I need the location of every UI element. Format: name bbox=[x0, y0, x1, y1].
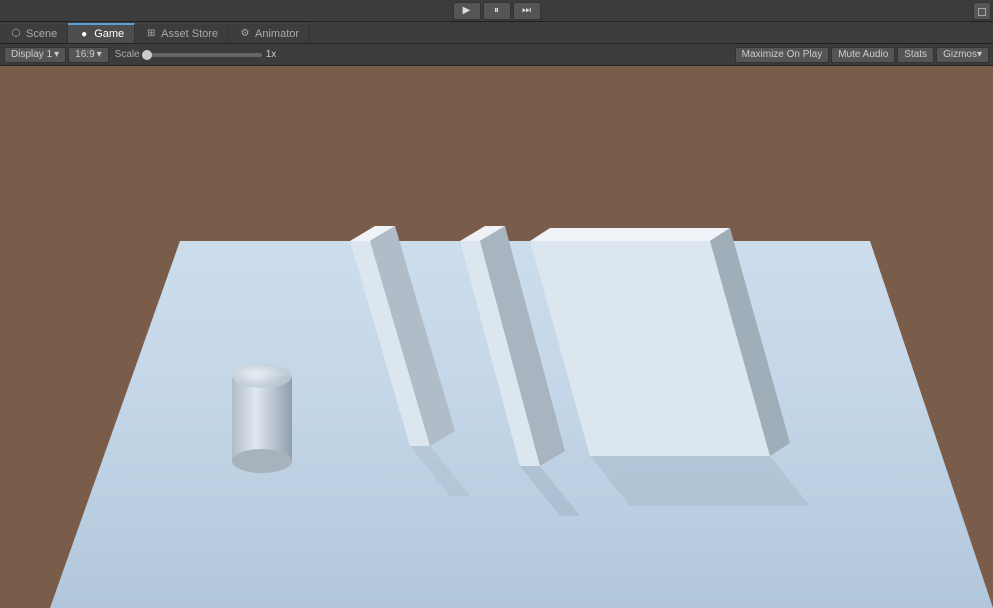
play-icon: ▶ bbox=[463, 5, 471, 16]
scene-tab-icon: ⬡ bbox=[10, 28, 22, 40]
animator-tab-label: Animator bbox=[255, 28, 299, 40]
display-chevron-icon: ▾ bbox=[54, 49, 59, 60]
display-dropdown[interactable]: Display 1 ▾ bbox=[4, 47, 66, 63]
scene-tab-label: Scene bbox=[26, 28, 57, 40]
mute-audio-label: Mute Audio bbox=[838, 49, 888, 60]
scene-svg bbox=[0, 66, 993, 608]
tab-game[interactable]: ● Game bbox=[68, 23, 135, 43]
pause-button[interactable]: ⏸ bbox=[483, 2, 511, 20]
gizmos-chevron-icon: ▾ bbox=[977, 49, 982, 60]
mute-audio-button[interactable]: Mute Audio bbox=[831, 47, 895, 63]
scale-value: 1x bbox=[266, 49, 277, 60]
options-right: Maximize On Play Mute Audio Stats Gizmos… bbox=[735, 47, 989, 63]
aspect-chevron-icon: ▾ bbox=[97, 49, 102, 60]
scale-label: Scale bbox=[115, 49, 140, 60]
options-left: Display 1 ▾ 16:9 ▾ Scale 1x bbox=[4, 47, 731, 63]
step-icon: ⏭ bbox=[522, 5, 531, 16]
playback-controls: ▶ ⏸ ⏭ bbox=[453, 2, 541, 20]
maximize-on-play-button[interactable]: Maximize On Play bbox=[735, 47, 830, 63]
animator-tab-icon: ⚙ bbox=[239, 28, 251, 40]
game-tab-label: Game bbox=[94, 28, 124, 40]
tab-bar: ⬡ Scene ● Game ⊞ Asset Store ⚙ Animator bbox=[0, 22, 993, 44]
top-right-button[interactable]: ◻ bbox=[973, 2, 991, 20]
corner-icon: ◻ bbox=[977, 4, 987, 18]
asset-store-tab-label: Asset Store bbox=[161, 28, 218, 40]
aspect-label: 16:9 bbox=[75, 49, 94, 60]
step-button[interactable]: ⏭ bbox=[513, 2, 541, 20]
game-viewport bbox=[0, 66, 993, 608]
gizmos-button[interactable]: Gizmos ▾ bbox=[936, 47, 989, 63]
options-bar: Display 1 ▾ 16:9 ▾ Scale 1x Maximize On … bbox=[0, 44, 993, 66]
scale-slider[interactable] bbox=[142, 53, 262, 57]
stats-label: Stats bbox=[904, 49, 927, 60]
tab-asset-store[interactable]: ⊞ Asset Store bbox=[135, 23, 229, 43]
stats-button[interactable]: Stats bbox=[897, 47, 934, 63]
tab-scene[interactable]: ⬡ Scene bbox=[0, 23, 68, 43]
asset-store-tab-icon: ⊞ bbox=[145, 28, 157, 40]
display-label: Display 1 bbox=[11, 49, 52, 60]
scale-slider-thumb bbox=[142, 50, 152, 60]
aspect-dropdown[interactable]: 16:9 ▾ bbox=[68, 47, 109, 63]
tab-animator[interactable]: ⚙ Animator bbox=[229, 23, 310, 43]
maximize-on-play-label: Maximize On Play bbox=[742, 49, 823, 60]
top-toolbar: ▶ ⏸ ⏭ ◻ bbox=[0, 0, 993, 22]
game-tab-icon: ● bbox=[78, 28, 90, 40]
gizmos-label: Gizmos bbox=[943, 49, 977, 60]
scale-slider-wrap: 1x bbox=[142, 49, 277, 60]
pause-icon: ⏸ bbox=[494, 5, 499, 16]
play-button[interactable]: ▶ bbox=[453, 2, 481, 20]
